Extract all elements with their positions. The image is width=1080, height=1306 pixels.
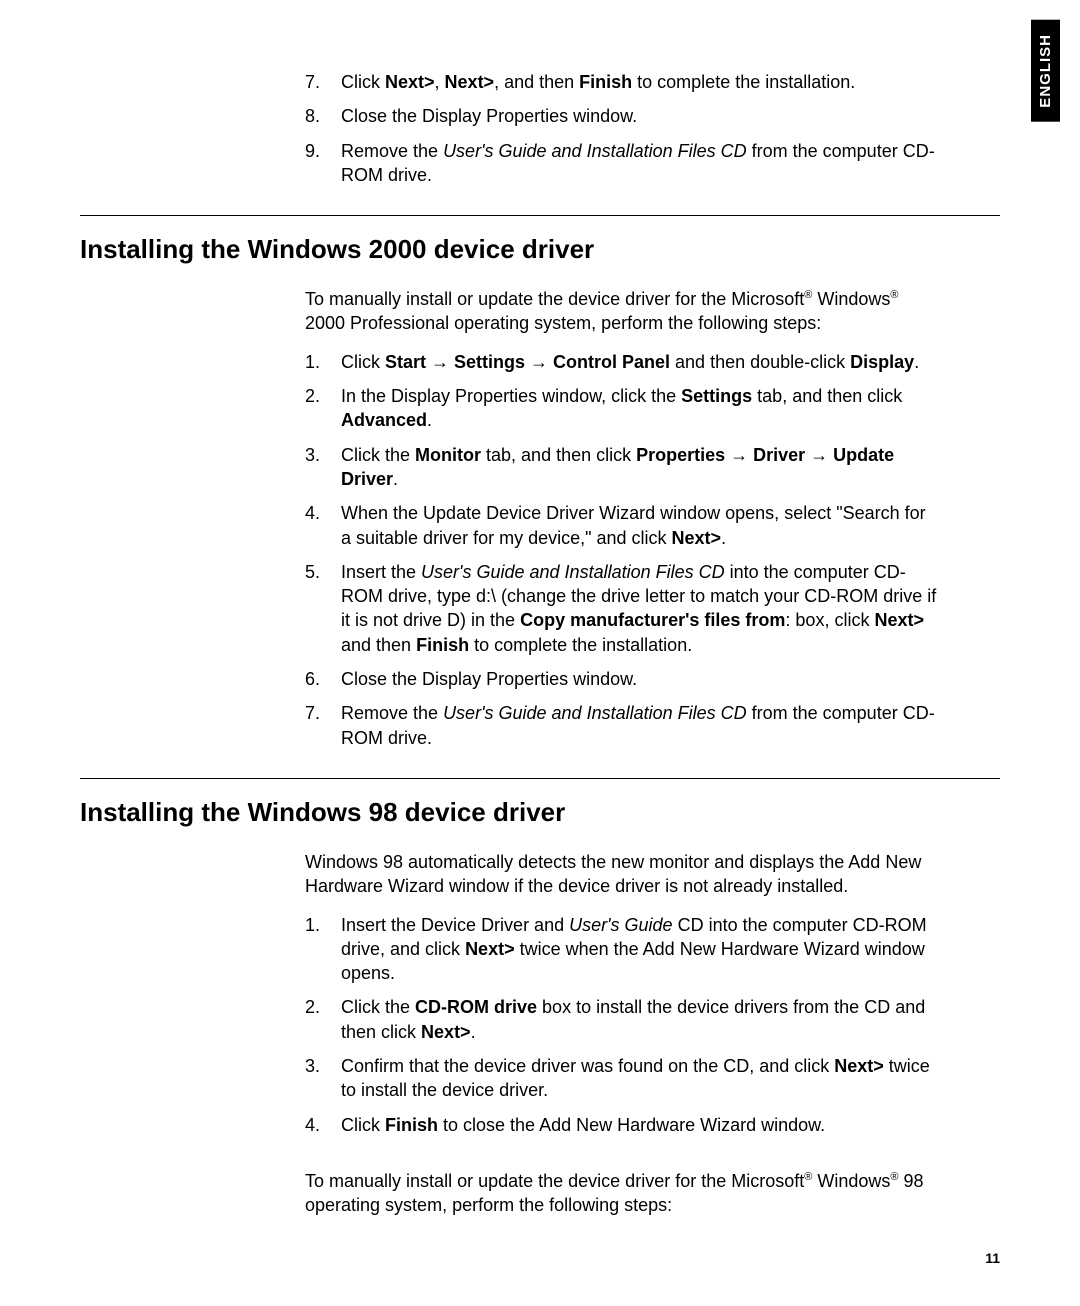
- list-item-text: Click Finish to close the Add New Hardwa…: [341, 1113, 940, 1137]
- section1-body: To manually install or update the device…: [305, 287, 940, 750]
- ordered-list-section1: 1.Click Start → Settings → Control Panel…: [305, 350, 940, 750]
- list-item: 5.Insert the User's Guide and Installati…: [305, 560, 940, 657]
- list-item-number: 6.: [305, 667, 341, 691]
- list-item-text: Close the Display Properties window.: [341, 667, 940, 691]
- section2-intro-paragraph: Windows 98 automatically detects the new…: [305, 850, 940, 899]
- list-item-text: Click the Monitor tab, and then click Pr…: [341, 443, 940, 492]
- list-item-text: Insert the User's Guide and Installation…: [341, 560, 940, 657]
- section-divider: [80, 215, 1000, 216]
- list-item-text: Remove the User's Guide and Installation…: [341, 139, 940, 188]
- section-heading-win98: Installing the Windows 98 device driver: [80, 797, 1000, 828]
- language-tab: ENGLISH: [1031, 20, 1060, 122]
- document-page: ENGLISH 7.Click Next>, Next>, and then F…: [0, 0, 1080, 1306]
- list-item-number: 2.: [305, 995, 341, 1044]
- list-item-number: 7.: [305, 70, 341, 94]
- list-item: 1.Click Start → Settings → Control Panel…: [305, 350, 940, 374]
- list-item: 7.Remove the User's Guide and Installati…: [305, 701, 940, 750]
- ordered-list-section2: 1.Insert the Device Driver and User's Gu…: [305, 913, 940, 1137]
- list-item: 3.Click the Monitor tab, and then click …: [305, 443, 940, 492]
- list-item-number: 8.: [305, 104, 341, 128]
- section1-intro-paragraph: To manually install or update the device…: [305, 287, 940, 336]
- list-item: 4.Click Finish to close the Add New Hard…: [305, 1113, 940, 1137]
- list-item-number: 3.: [305, 443, 341, 492]
- section2-body: Windows 98 automatically detects the new…: [305, 850, 940, 1218]
- section-divider: [80, 778, 1000, 779]
- list-item-text: In the Display Properties window, click …: [341, 384, 940, 433]
- list-item-number: 4.: [305, 501, 341, 550]
- section-heading-win2000: Installing the Windows 2000 device drive…: [80, 234, 1000, 265]
- list-item-text: Click Start → Settings → Control Panel a…: [341, 350, 940, 374]
- list-item-number: 3.: [305, 1054, 341, 1103]
- list-item-number: 2.: [305, 384, 341, 433]
- section2-outro-paragraph: To manually install or update the device…: [305, 1169, 940, 1218]
- list-item-text: Confirm that the device driver was found…: [341, 1054, 940, 1103]
- list-item-text: Click Next>, Next>, and then Finish to c…: [341, 70, 940, 94]
- list-item-number: 1.: [305, 913, 341, 986]
- list-item-text: Remove the User's Guide and Installation…: [341, 701, 940, 750]
- ordered-list-top: 7.Click Next>, Next>, and then Finish to…: [305, 70, 940, 187]
- list-item-number: 1.: [305, 350, 341, 374]
- list-item: 3.Confirm that the device driver was fou…: [305, 1054, 940, 1103]
- list-item-text: Click the CD-ROM drive box to install th…: [341, 995, 940, 1044]
- list-item-number: 7.: [305, 701, 341, 750]
- list-item: 1.Insert the Device Driver and User's Gu…: [305, 913, 940, 986]
- page-number: 11: [985, 1250, 1000, 1266]
- list-item: 8.Close the Display Properties window.: [305, 104, 940, 128]
- list-item-text: Insert the Device Driver and User's Guid…: [341, 913, 940, 986]
- list-item: 2.In the Display Properties window, clic…: [305, 384, 940, 433]
- list-item-text: When the Update Device Driver Wizard win…: [341, 501, 940, 550]
- list-item: 7.Click Next>, Next>, and then Finish to…: [305, 70, 940, 94]
- continuation-list-block: 7.Click Next>, Next>, and then Finish to…: [305, 70, 940, 187]
- list-item-number: 9.: [305, 139, 341, 188]
- list-item-text: Close the Display Properties window.: [341, 104, 940, 128]
- list-item: 4.When the Update Device Driver Wizard w…: [305, 501, 940, 550]
- list-item-number: 4.: [305, 1113, 341, 1137]
- list-item: 9.Remove the User's Guide and Installati…: [305, 139, 940, 188]
- list-item: 2.Click the CD-ROM drive box to install …: [305, 995, 940, 1044]
- list-item-number: 5.: [305, 560, 341, 657]
- list-item: 6.Close the Display Properties window.: [305, 667, 940, 691]
